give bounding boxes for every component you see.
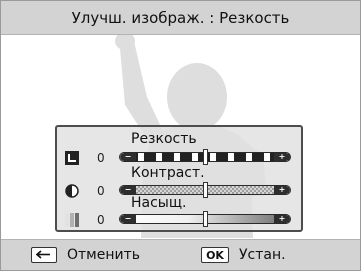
sharpness-minus-button[interactable]: − (120, 153, 136, 161)
contrast-minus-button[interactable]: − (120, 186, 136, 194)
saturation-plus-button[interactable]: + (274, 215, 290, 223)
cancel-label[interactable]: Отменить (67, 247, 140, 263)
contrast-value: 0 (97, 184, 105, 198)
contrast-slider-thumb[interactable] (202, 182, 208, 198)
screen-title-bar: Улучш. изображ. : Резкость (1, 1, 360, 35)
saturation-slider-thumb[interactable] (202, 211, 208, 227)
screen-title: Улучш. изображ. : Резкость (71, 8, 290, 27)
contrast-icon (65, 184, 79, 198)
adjustment-panel: Резкость 0 − + Контраст. 0 − + Насыщ. 0 … (55, 125, 303, 232)
bottom-bar: Отменить OK Устан. (1, 239, 360, 270)
saturation-icon (65, 213, 79, 227)
saturation-label: Насыщ. (131, 195, 187, 211)
saturation-minus-button[interactable]: − (120, 215, 136, 223)
sharpness-icon (65, 151, 79, 165)
back-key[interactable] (31, 247, 57, 263)
saturation-value: 0 (97, 213, 105, 227)
sharpness-value: 0 (97, 151, 105, 165)
ok-key[interactable]: OK (201, 247, 229, 263)
back-arrow-icon (36, 250, 50, 259)
contrast-label: Контраст. (131, 165, 205, 181)
contrast-plus-button[interactable]: + (274, 186, 290, 194)
sharpness-slider-thumb[interactable] (202, 149, 208, 165)
set-label[interactable]: Устан. (239, 247, 286, 263)
camera-screen: Улучш. изображ. : Резкость Резкость 0 − … (0, 0, 361, 271)
sharpness-plus-button[interactable]: + (274, 153, 290, 161)
sharpness-label: Резкость (131, 131, 197, 147)
